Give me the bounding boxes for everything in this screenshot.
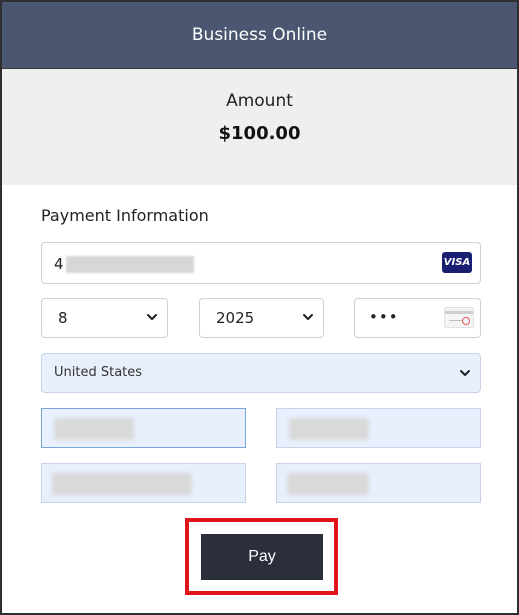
amount-value: $100.00 xyxy=(218,123,301,144)
amount-panel: Amount $100.00 xyxy=(2,68,517,185)
country-select[interactable]: United States xyxy=(41,353,481,393)
redacted-field-1[interactable] xyxy=(41,408,246,448)
card-number-visible-digit: 4 xyxy=(54,255,64,273)
card-number-redacted xyxy=(66,256,194,273)
pay-button[interactable]: Pay xyxy=(201,534,323,580)
app-title: Business Online xyxy=(191,25,328,45)
redacted-value xyxy=(287,473,369,495)
redacted-value xyxy=(289,418,369,440)
amount-label: Amount xyxy=(226,91,293,111)
cvv-masked-value: ••• xyxy=(369,308,399,326)
expiry-year-value: 2025 xyxy=(216,309,255,327)
country-value: United States xyxy=(54,365,143,380)
redacted-value xyxy=(52,473,192,495)
expiry-month-value: 8 xyxy=(58,309,68,327)
chevron-down-icon xyxy=(460,370,470,376)
app-header: Business Online xyxy=(2,2,517,68)
visa-logo-icon: VISA xyxy=(442,252,472,273)
redacted-field-2[interactable] xyxy=(276,408,481,448)
redacted-field-3[interactable] xyxy=(41,463,246,503)
redacted-field-4[interactable] xyxy=(276,463,481,503)
cvv-card-icon xyxy=(444,307,474,328)
card-number-input[interactable]: 4 VISA xyxy=(41,242,481,284)
expiry-month-select[interactable]: 8 xyxy=(41,298,168,338)
chevron-down-icon xyxy=(303,314,313,320)
redacted-value xyxy=(54,418,134,440)
cvv-input[interactable]: ••• xyxy=(354,298,481,338)
chevron-down-icon xyxy=(147,314,157,320)
payment-section-title: Payment Information xyxy=(41,206,209,225)
payment-form-window: Business Online Amount $100.00 Payment I… xyxy=(0,0,519,615)
expiry-year-select[interactable]: 2025 xyxy=(199,298,324,338)
